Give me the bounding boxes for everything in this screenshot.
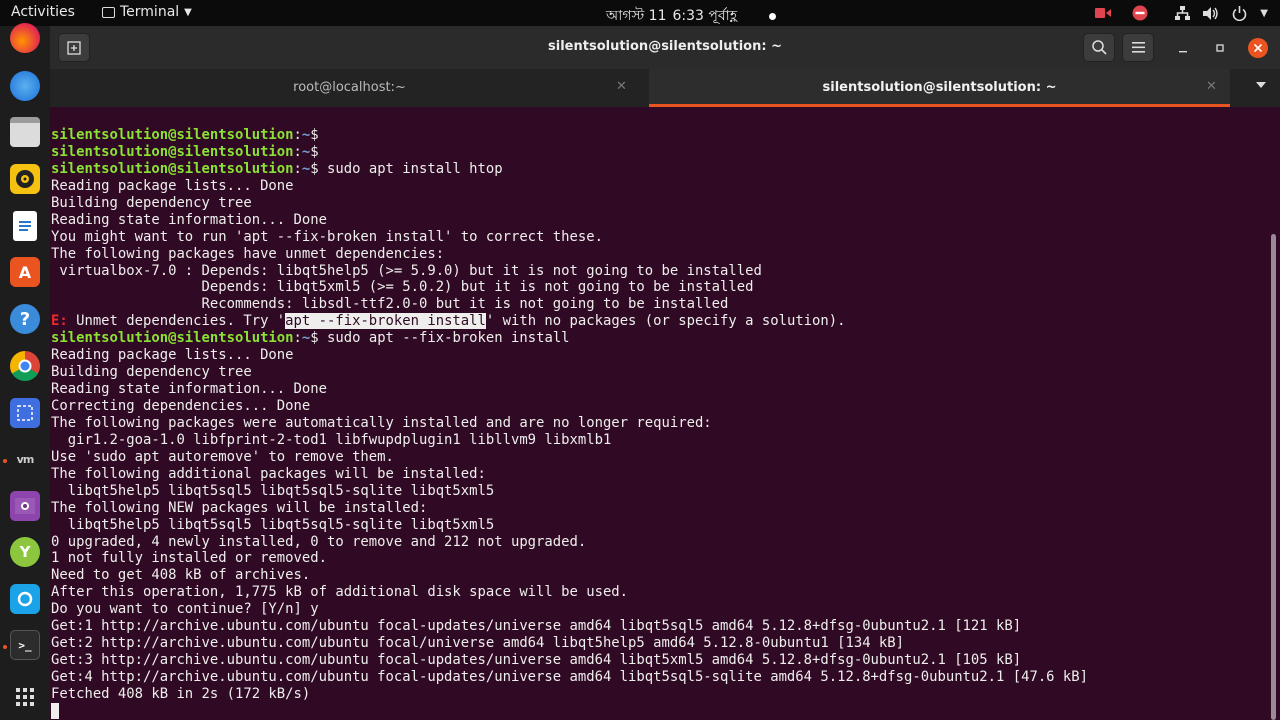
cursor-line bbox=[51, 702, 1261, 720]
do-not-disturb-icon[interactable] bbox=[1132, 4, 1148, 22]
error-line: E: Unmet dependencies. Try 'apt --fix-br… bbox=[51, 313, 846, 330]
output-line: Get:3 http://archive.ubuntu.com/ubuntu f… bbox=[51, 652, 1022, 669]
chevron-down-icon[interactable]: ▼ bbox=[1260, 4, 1268, 22]
chrome-icon[interactable] bbox=[10, 351, 40, 381]
output-line: Depends: libqt5xml5 (>= 5.0.2) but it is… bbox=[51, 279, 754, 296]
running-indicator-icon bbox=[3, 459, 7, 463]
output-line: Correcting dependencies... Done bbox=[51, 398, 311, 414]
close-button[interactable] bbox=[1242, 33, 1274, 62]
tab-silentsolution[interactable]: silentsolution@silentsolution: ~ ✕ bbox=[649, 69, 1230, 107]
clock-date: আগস্ট 11 bbox=[606, 8, 667, 24]
thunderbird-icon[interactable] bbox=[10, 71, 40, 101]
output-line: Need to get 408 kB of archives. bbox=[51, 567, 311, 584]
text-cursor bbox=[51, 702, 59, 719]
terminal-app-icon bbox=[102, 6, 115, 18]
output-line: libqt5help5 libqt5sql5 libqt5sql5-sqlite… bbox=[51, 482, 495, 499]
screen-record-icon[interactable] bbox=[1095, 4, 1112, 22]
output-line: Fetched 408 kB in 2s (172 kB/s) bbox=[51, 685, 311, 702]
window-headerbar: silentsolution@silentsolution: ~ bbox=[50, 26, 1280, 69]
screenshot-tool-icon[interactable] bbox=[10, 398, 40, 428]
output-line: Use 'sudo apt autoremove' to remove them… bbox=[51, 448, 394, 465]
output-line: Building dependency tree bbox=[51, 364, 252, 381]
video-editor-icon[interactable] bbox=[10, 491, 40, 521]
minimize-button[interactable] bbox=[1167, 33, 1199, 62]
output-line: Reading state information... Done bbox=[51, 381, 327, 398]
prompt-line: silentsolution@silentsolution:~$ bbox=[51, 127, 328, 143]
maximize-button[interactable] bbox=[1204, 33, 1236, 62]
app-menu[interactable]: Terminal ▼ bbox=[102, 4, 192, 20]
output-line: 1 not fully installed or removed. bbox=[51, 550, 327, 567]
output-line: Get:1 http://archive.ubuntu.com/ubuntu f… bbox=[51, 618, 1022, 635]
prompt-line: silentsolution@silentsolution:~$ sudo ap… bbox=[51, 330, 570, 347]
output-line: The following packages have unmet depend… bbox=[51, 245, 445, 262]
help-icon[interactable]: ? bbox=[10, 304, 40, 334]
output-line: Reading package lists... Done bbox=[51, 347, 294, 364]
software-center-icon[interactable]: A bbox=[10, 257, 40, 287]
sync-app-icon[interactable] bbox=[10, 584, 40, 614]
libreoffice-writer-icon[interactable] bbox=[13, 211, 37, 241]
app-menu-label: Terminal bbox=[120, 4, 180, 20]
system-tray[interactable]: ▼ bbox=[1095, 4, 1268, 22]
notification-dot-icon bbox=[769, 12, 777, 20]
terminal-scrollbar[interactable] bbox=[1271, 234, 1276, 720]
output-line: Reading state information... Done bbox=[51, 211, 327, 228]
output-line: The following NEW packages will be insta… bbox=[51, 499, 428, 516]
tab-label: root@localhost:~ bbox=[293, 80, 406, 95]
search-button[interactable] bbox=[1083, 33, 1115, 62]
rhythmbox-icon[interactable] bbox=[10, 164, 40, 194]
clock-time: 6:33 পূর্বাহ্ণ bbox=[672, 8, 738, 24]
running-indicator-icon bbox=[3, 645, 7, 649]
tab-close-icon[interactable]: ✕ bbox=[1206, 79, 1217, 94]
green-app-icon[interactable]: Y bbox=[10, 537, 40, 567]
prompt-line: silentsolution@silentsolution:~$ sudo ap… bbox=[51, 160, 503, 177]
menu-button[interactable] bbox=[1122, 33, 1154, 62]
search-icon bbox=[1091, 40, 1107, 55]
output-line: The following additional packages will b… bbox=[51, 465, 486, 482]
output-line: libqt5help5 libqt5sql5 libqt5sql5-sqlite… bbox=[51, 516, 495, 533]
firefox-icon[interactable] bbox=[10, 23, 40, 53]
output-line: Reading package lists... Done bbox=[51, 177, 294, 194]
close-icon bbox=[1248, 37, 1268, 58]
chevron-down-icon: ▼ bbox=[184, 6, 192, 18]
active-tab-indicator bbox=[649, 104, 1230, 107]
output-line: You might want to run 'apt --fix-broken … bbox=[51, 228, 603, 245]
tab-label: silentsolution@silentsolution: ~ bbox=[822, 80, 1057, 95]
output-line: 0 upgraded, 4 newly installed, 0 to remo… bbox=[51, 533, 587, 550]
power-icon[interactable] bbox=[1232, 4, 1247, 22]
output-line: Get:2 http://archive.ubuntu.com/ubuntu f… bbox=[51, 635, 905, 652]
output-line: After this operation, 1,775 kB of additi… bbox=[51, 584, 629, 601]
activities-button[interactable]: Activities bbox=[11, 4, 75, 20]
terminal-output[interactable]: silentsolution@silentsolution:~$ silents… bbox=[51, 127, 1261, 720]
vmware-icon[interactable]: vm bbox=[10, 444, 40, 474]
output-line: Building dependency tree bbox=[51, 194, 252, 211]
hamburger-menu-icon bbox=[1131, 42, 1145, 53]
output-line: virtualbox-7.0 : Depends: libqt5help5 (>… bbox=[51, 262, 762, 279]
output-line: Recommends: libsdl-ttf2.0-0 but it is no… bbox=[51, 296, 729, 313]
prompt-line: silentsolution@silentsolution:~$ bbox=[51, 143, 328, 160]
dock: A ? vm Y >_ bbox=[0, 23, 50, 720]
files-icon[interactable] bbox=[10, 117, 40, 147]
output-line: gir1.2-goa-1.0 libfprint-2-tod1 libfwupd… bbox=[51, 431, 612, 448]
tab-root-localhost[interactable]: root@localhost:~ ✕ bbox=[50, 69, 649, 107]
show-applications-icon[interactable] bbox=[10, 682, 40, 712]
maximize-icon bbox=[1216, 43, 1224, 52]
clock[interactable]: আগস্ট 11 6:33 পূর্বাহ্ণ bbox=[606, 4, 777, 28]
terminal-icon[interactable]: >_ bbox=[10, 630, 40, 660]
volume-icon[interactable] bbox=[1203, 4, 1219, 22]
tab-bar: root@localhost:~ ✕ silentsolution@silent… bbox=[50, 69, 1280, 107]
top-panel: Activities Terminal ▼ আগস্ট 11 6:33 পূর্… bbox=[0, 0, 1280, 26]
output-line: Get:4 http://archive.ubuntu.com/ubuntu f… bbox=[51, 669, 1088, 685]
selected-text[interactable]: apt --fix-broken install bbox=[285, 313, 486, 330]
tab-close-icon[interactable]: ✕ bbox=[616, 79, 627, 94]
output-line: The following packages were automaticall… bbox=[51, 414, 712, 431]
network-icon[interactable] bbox=[1175, 4, 1191, 22]
tab-menu-chevron-down-icon[interactable] bbox=[1256, 82, 1266, 88]
output-line: Do you want to continue? [Y/n] y bbox=[51, 601, 319, 618]
minimize-icon bbox=[1179, 50, 1187, 52]
